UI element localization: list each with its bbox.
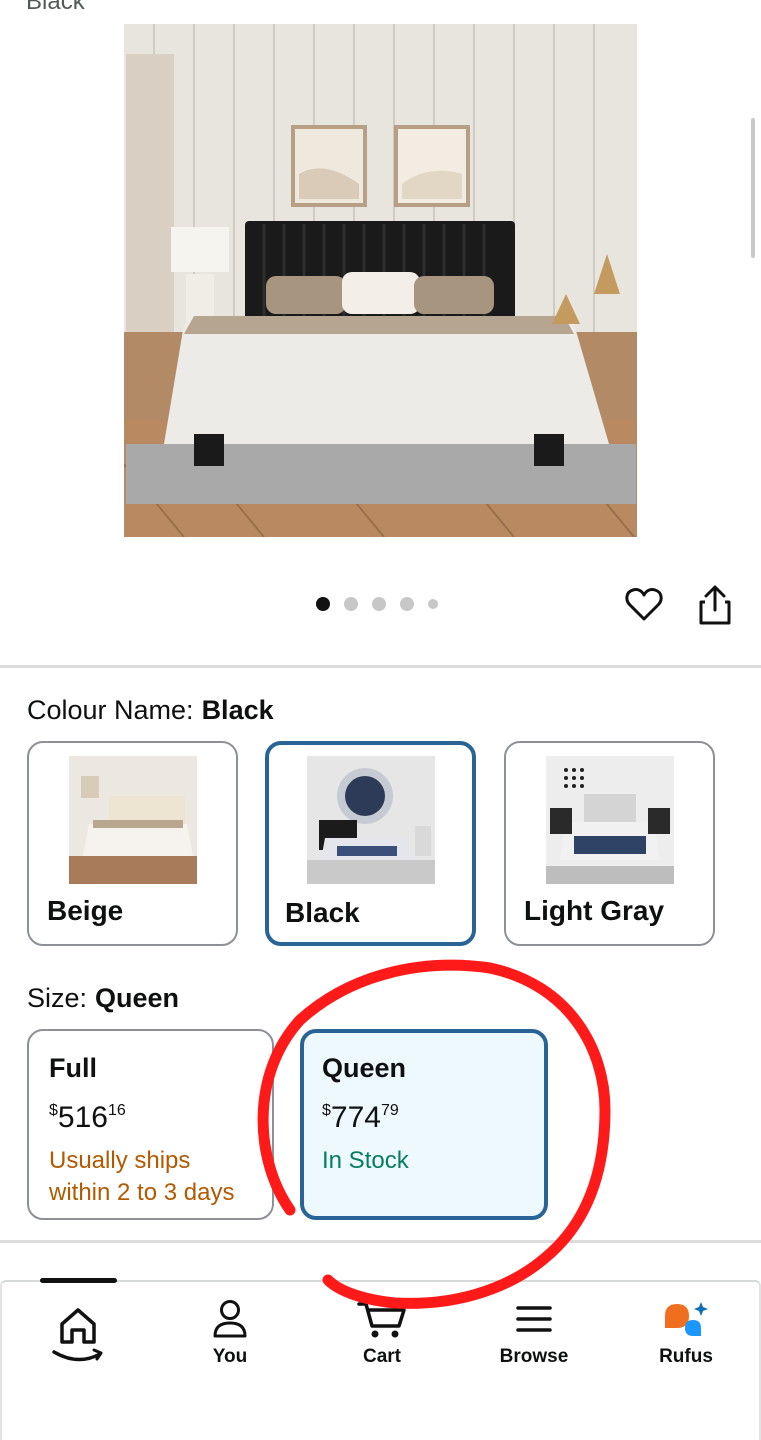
cart-icon (357, 1302, 406, 1338)
section-divider (0, 665, 761, 668)
colour-option-name: Beige (47, 895, 124, 926)
light-gray-bed-thumbnail (546, 756, 674, 884)
price-fraction: 16 (107, 1102, 126, 1119)
heart-icon[interactable] (624, 584, 664, 624)
tab-label: You (212, 1346, 248, 1367)
active-tab-indicator (40, 1278, 117, 1283)
tab-browse[interactable]: Browse (458, 1298, 610, 1388)
tab-label: Browse (499, 1346, 569, 1367)
colour-option-beige[interactable]: Beige (27, 741, 238, 946)
bottom-tab-bar: You Cart Browse Rufus (0, 1278, 761, 1440)
rufus-icon (665, 1302, 708, 1336)
size-label: Size: Queen (27, 983, 179, 1014)
size-option-name: Full (49, 1053, 97, 1083)
pagination-dot[interactable] (316, 597, 330, 611)
size-selected-value: Queen (95, 983, 180, 1013)
product-image[interactable] (124, 24, 637, 537)
scrollbar[interactable] (751, 118, 755, 258)
pagination-dot[interactable] (400, 597, 414, 611)
colour-option-light-gray[interactable]: Light Gray (504, 741, 715, 946)
beige-bed-thumbnail (69, 756, 197, 884)
size-option-price: $77479 (322, 1094, 526, 1135)
size-option-price: $51616 (49, 1094, 252, 1135)
colour-label-text: Colour Name: (27, 695, 194, 725)
size-label-text: Size: (27, 983, 88, 1013)
price-fraction: 79 (380, 1102, 399, 1119)
image-pagination-dots[interactable] (316, 597, 438, 611)
tab-rufus[interactable]: Rufus (610, 1298, 761, 1388)
tab-home[interactable] (2, 1298, 154, 1388)
availability-status: Usually ships within 2 to 3 days (49, 1147, 235, 1206)
tab-label: Rufus (659, 1346, 713, 1367)
size-option-full[interactable]: Full $51616 Usually ships within 2 to 3 … (27, 1029, 274, 1220)
tab-cart[interactable]: Cart (306, 1298, 458, 1388)
size-option-queen[interactable]: Queen $77479 In Stock (300, 1029, 548, 1220)
pagination-dot[interactable] (428, 599, 438, 609)
colour-option-name: Light Gray (524, 895, 665, 926)
person-icon (213, 1300, 247, 1338)
menu-icon (516, 1306, 552, 1332)
tab-label: Cart (362, 1346, 401, 1367)
colour-option-name: Black (285, 897, 360, 928)
price-currency: $ (49, 1102, 58, 1119)
availability-status: In Stock (322, 1147, 409, 1174)
cut-off-title: Black (26, 0, 85, 15)
section-divider (0, 1240, 761, 1243)
price-currency: $ (322, 1102, 331, 1119)
home-icon (52, 1308, 103, 1362)
size-option-name: Queen (322, 1053, 407, 1083)
tab-you[interactable]: You (154, 1298, 306, 1388)
colour-label: Colour Name: Black (27, 695, 274, 726)
colour-selected-value: Black (201, 695, 274, 725)
pagination-dot[interactable] (344, 597, 358, 611)
price-whole: 516 (57, 1101, 108, 1134)
black-bed-thumbnail (307, 756, 435, 884)
pagination-dot[interactable] (372, 597, 386, 611)
share-icon[interactable] (697, 584, 733, 626)
price-whole: 774 (330, 1101, 381, 1134)
colour-option-black[interactable]: Black (265, 741, 476, 946)
